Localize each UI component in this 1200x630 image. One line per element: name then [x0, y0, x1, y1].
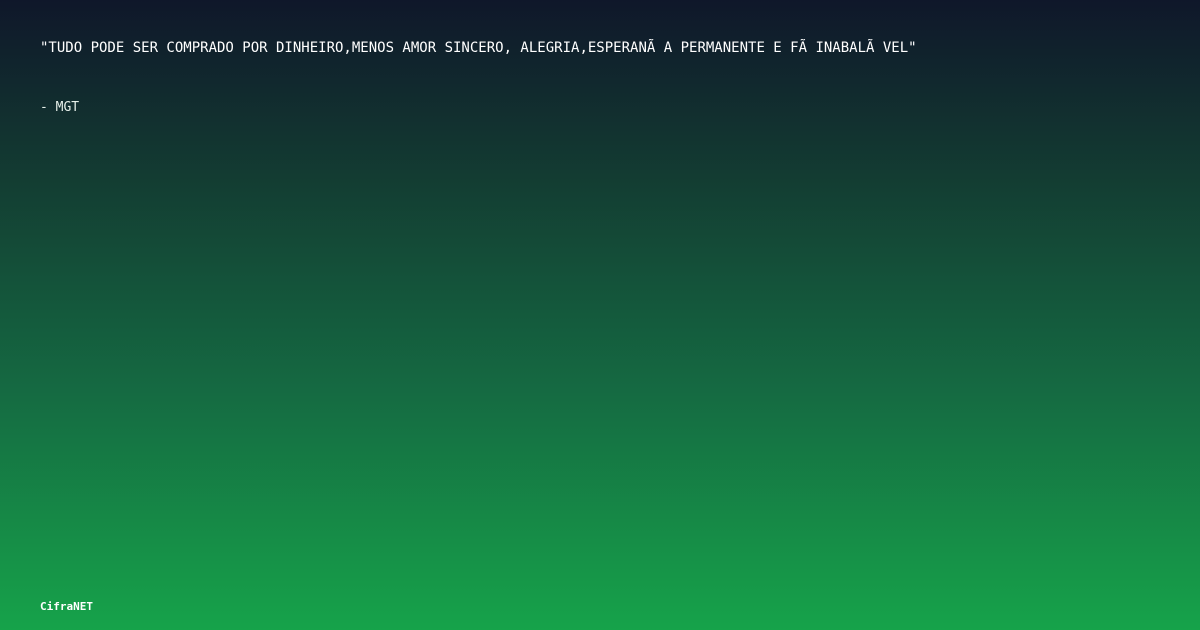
- quote-author: - MGT: [40, 100, 80, 115]
- brand-logo-text: CifraNET: [40, 600, 93, 613]
- quote-card: "TUDO PODE SER COMPRADO POR DINHEIRO,MEN…: [0, 0, 1200, 630]
- quote-text: "TUDO PODE SER COMPRADO POR DINHEIRO,MEN…: [40, 40, 917, 56]
